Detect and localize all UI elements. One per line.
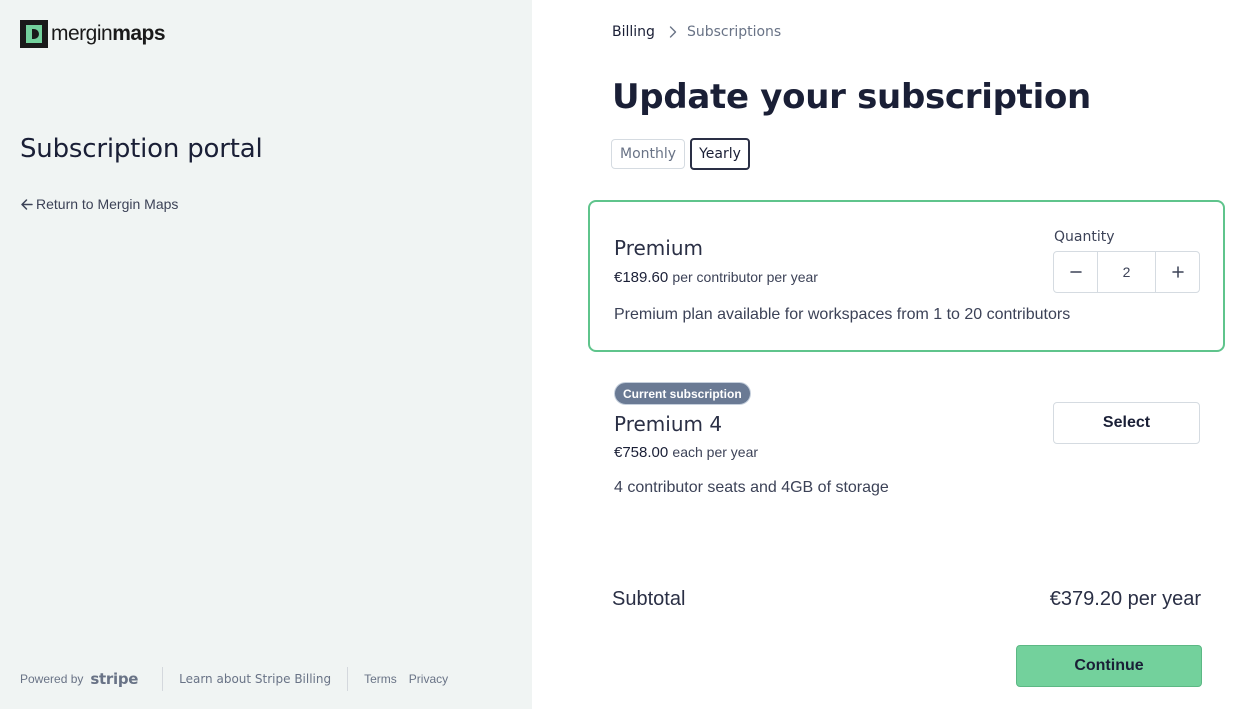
- sidebar-panel: merginmaps Subscription portal Return to…: [0, 0, 532, 709]
- subtotal-label: Subtotal: [612, 588, 686, 610]
- plan-price-unit: per contributor per year: [672, 269, 818, 285]
- breadcrumb-subscriptions: Subscriptions: [686, 24, 782, 40]
- quantity-stepper: 2: [1053, 251, 1200, 293]
- mergin-maps-logo-icon: [20, 19, 48, 48]
- plan-card-premium[interactable]: Premium €189.60 per contributor per year…: [588, 200, 1225, 352]
- quantity-input[interactable]: 2: [1097, 252, 1156, 292]
- return-link[interactable]: Return to Mergin Maps: [20, 196, 178, 212]
- logo-text: merginmaps: [51, 21, 166, 46]
- logo-text-regular: mergin: [51, 21, 113, 45]
- plan-price-amount: €189.60: [614, 269, 669, 286]
- select-button[interactable]: Select: [1053, 402, 1200, 444]
- current-plan-name: Premium 4: [614, 412, 723, 436]
- mergin-maps-logo[interactable]: merginmaps: [20, 19, 166, 48]
- plan-price: €189.60 per contributor per year: [614, 269, 818, 286]
- tab-yearly[interactable]: Yearly: [690, 138, 750, 170]
- current-plan-description: 4 contributor seats and 4GB of storage: [614, 479, 889, 496]
- footer: Powered by stripe Learn about Stripe Bil…: [20, 666, 448, 692]
- breadcrumb: Billing Subscriptions: [612, 24, 781, 40]
- billing-interval-toggle: Monthly Yearly: [611, 138, 750, 170]
- increment-button[interactable]: [1156, 252, 1199, 292]
- tab-monthly[interactable]: Monthly: [611, 139, 686, 169]
- current-plan-price-unit: each per year: [672, 444, 759, 460]
- minus-icon: [1069, 271, 1082, 273]
- stripe-logo[interactable]: stripe: [90, 670, 138, 688]
- breadcrumb-billing[interactable]: Billing: [612, 24, 655, 40]
- plus-icon: [1171, 266, 1184, 278]
- learn-stripe-billing-link[interactable]: Learn about Stripe Billing: [179, 672, 331, 686]
- powered-by-text: Powered by: [20, 672, 84, 686]
- page-title: Update your subscription: [612, 77, 1091, 117]
- logo-text-bold: maps: [112, 21, 166, 45]
- chevron-right-icon: [669, 26, 677, 38]
- plan-name: Premium: [614, 236, 703, 260]
- subtotal-value: €379.20 per year: [1049, 588, 1201, 610]
- decrement-button[interactable]: [1054, 252, 1097, 292]
- current-subscription-badge: Current subscription: [614, 382, 751, 405]
- plan-description: Premium plan available for workspaces fr…: [614, 306, 1071, 323]
- current-plan-price: €758.00 each per year: [614, 444, 758, 461]
- portal-title: Subscription portal: [20, 134, 263, 164]
- footer-divider: [162, 667, 164, 691]
- return-link-label: Return to Mergin Maps: [36, 196, 179, 212]
- quantity-label: Quantity: [1054, 229, 1115, 245]
- current-plan-price-amount: €758.00: [614, 444, 669, 461]
- privacy-link[interactable]: Privacy: [409, 672, 448, 686]
- footer-divider: [347, 667, 349, 691]
- continue-button[interactable]: Continue: [1016, 645, 1202, 687]
- terms-link[interactable]: Terms: [364, 672, 397, 686]
- arrow-left-icon: [21, 198, 33, 210]
